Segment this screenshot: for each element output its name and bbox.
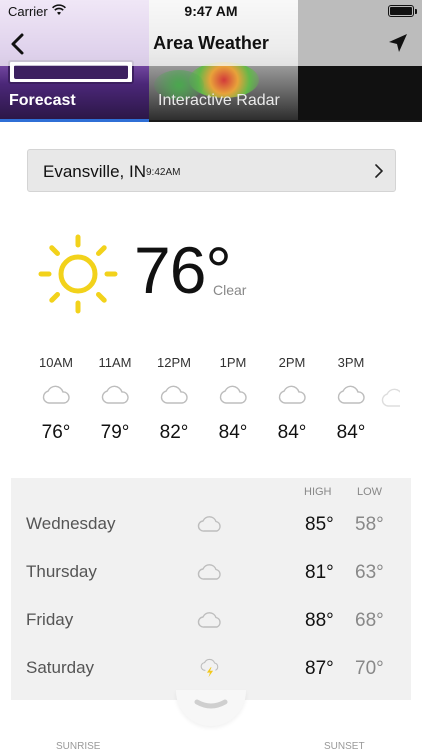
hourly-item: 1PM 84° bbox=[203, 355, 263, 444]
selected-tab-indicator bbox=[0, 119, 149, 122]
cloud-icon bbox=[42, 385, 70, 404]
hourly-temperature: 82° bbox=[159, 422, 189, 443]
sun-icon bbox=[38, 234, 118, 314]
expand-details-button[interactable] bbox=[176, 690, 246, 726]
location-selector[interactable]: Evansville, IN 9:42AM bbox=[27, 149, 396, 192]
daily-row[interactable]: Saturday 87° 70° bbox=[11, 644, 411, 692]
day-name: Friday bbox=[26, 610, 74, 629]
hourly-temperature: 79° bbox=[100, 422, 130, 443]
tab-forecast-label: Forecast bbox=[9, 92, 76, 109]
day-name: Saturday bbox=[26, 658, 95, 677]
battery-icon bbox=[388, 5, 417, 17]
day-low-temperature: 68° bbox=[355, 610, 384, 631]
hourly-item: 2PM 84° bbox=[262, 355, 322, 444]
hourly-temperature: 84° bbox=[218, 422, 248, 443]
low-column-header: LOW bbox=[357, 486, 383, 498]
thunderstorm-icon bbox=[200, 658, 219, 678]
cloud-icon bbox=[160, 385, 188, 404]
location-updated-time: 9:42AM bbox=[146, 167, 181, 178]
cloud-icon bbox=[381, 388, 400, 407]
location-city: Evansville, IN bbox=[43, 162, 146, 181]
hourly-time: 1PM bbox=[219, 355, 247, 370]
chevron-right-icon bbox=[375, 164, 383, 178]
cloud-icon bbox=[197, 564, 221, 580]
sunset-label: SUNSET bbox=[324, 741, 365, 750]
daily-row[interactable]: Wednesday 85° 58° bbox=[11, 500, 411, 548]
hourly-temperature: 76° bbox=[41, 422, 71, 443]
day-high-temperature: 88° bbox=[305, 610, 334, 631]
status-time: 9:47 AM bbox=[184, 3, 238, 19]
cloud-icon bbox=[337, 385, 365, 404]
high-column-header: HIGH bbox=[304, 486, 332, 498]
page-title: Area Weather bbox=[153, 33, 269, 53]
day-name: Wednesday bbox=[26, 514, 116, 533]
hourly-time: 3PM bbox=[337, 355, 365, 370]
hourly-time: 10AM bbox=[39, 355, 73, 370]
cloud-icon bbox=[278, 385, 306, 404]
cloud-icon bbox=[219, 385, 247, 404]
location-arrow-icon[interactable] bbox=[386, 31, 410, 55]
daily-forecast: HIGH LOW Wednesday 85° 58° Thursday 81° … bbox=[11, 478, 411, 700]
hourly-time: 12PM bbox=[157, 355, 191, 370]
hourly-item: 11AM 79° bbox=[85, 355, 145, 444]
cloud-icon bbox=[197, 516, 221, 532]
hourly-forecast[interactable]: 10AM 76° 11AM 79° 12PM 82° 1PM 84° 2PM 8… bbox=[26, 355, 422, 455]
daily-row[interactable]: Thursday 81° 63° bbox=[11, 548, 411, 596]
hourly-item: 10AM 76° bbox=[26, 355, 86, 444]
sunrise-label: SUNRISE bbox=[56, 741, 101, 750]
hourly-time: 2PM bbox=[278, 355, 306, 370]
hourly-item: 12PM 82° bbox=[144, 355, 204, 444]
current-condition: Clear bbox=[213, 282, 247, 298]
hourly-item-partial bbox=[380, 355, 400, 408]
day-low-temperature: 63° bbox=[355, 562, 384, 583]
daily-row[interactable]: Friday 88° 68° bbox=[11, 596, 411, 644]
hourly-temperature: 84° bbox=[277, 422, 307, 443]
day-name: Thursday bbox=[26, 562, 97, 581]
hourly-time: 11AM bbox=[98, 355, 132, 370]
top-bar: Carrier 9:47 AM Area Weather bbox=[0, 0, 422, 66]
nav-bar: Area Weather bbox=[0, 22, 422, 66]
hourly-temperature: 84° bbox=[336, 422, 366, 443]
cloud-icon bbox=[197, 612, 221, 628]
day-high-temperature: 87° bbox=[305, 658, 334, 679]
cloud-icon bbox=[101, 385, 129, 404]
hourly-item: 3PM 84° bbox=[321, 355, 381, 444]
tab-interactive-radar-label: Interactive Radar bbox=[158, 92, 280, 109]
day-low-temperature: 70° bbox=[355, 658, 384, 679]
status-bar: Carrier 9:47 AM bbox=[0, 0, 422, 22]
day-high-temperature: 81° bbox=[305, 562, 334, 583]
day-low-temperature: 58° bbox=[355, 514, 384, 535]
chevron-down-icon bbox=[194, 699, 228, 709]
day-high-temperature: 85° bbox=[305, 514, 334, 535]
